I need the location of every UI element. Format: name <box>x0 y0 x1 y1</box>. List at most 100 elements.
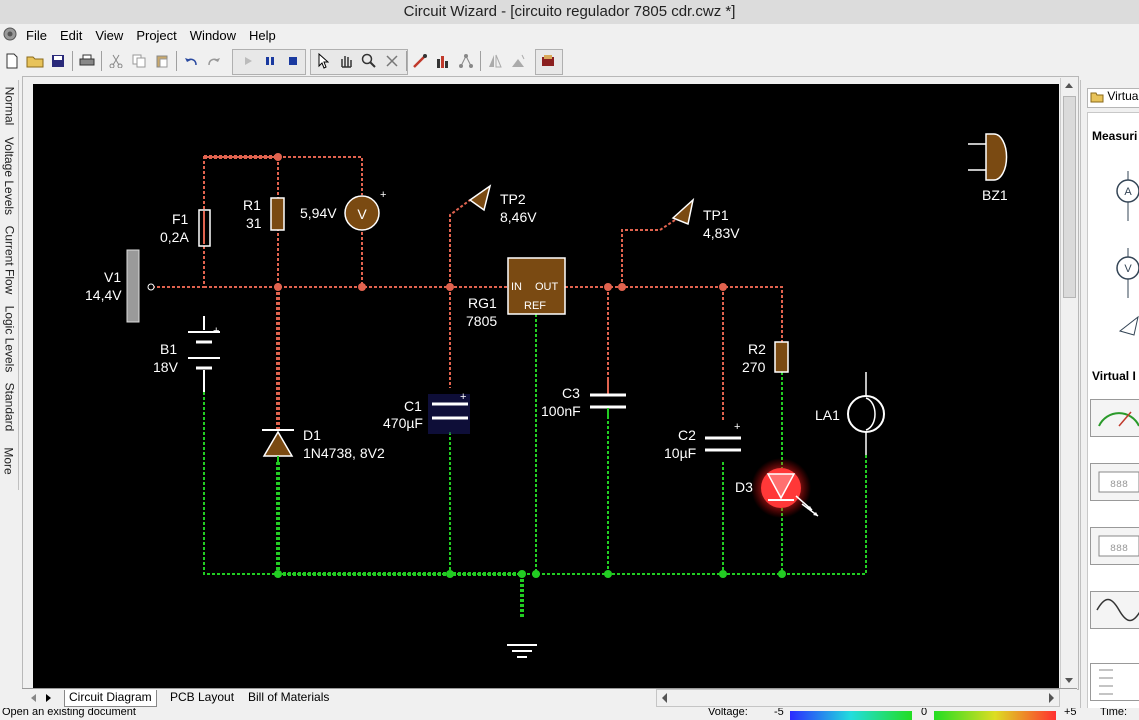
regulator-rg1[interactable]: IN OUT REF <box>507 257 566 315</box>
tab-logic-levels[interactable]: Logic Levels <box>0 300 18 378</box>
la1-name: LA1 <box>815 407 840 423</box>
frequency-counter-icon[interactable]: 888 <box>1090 527 1139 565</box>
open-folder-icon[interactable] <box>25 51 45 71</box>
capacitor-c2[interactable]: + <box>705 421 741 452</box>
menu-view[interactable]: View <box>95 28 123 43</box>
probe-icon[interactable] <box>410 51 430 71</box>
d1-value: 1N4738, 8V2 <box>303 445 385 461</box>
fuse-f1[interactable] <box>198 209 211 247</box>
v1-name: V1 <box>104 269 121 285</box>
menu-project[interactable]: Project <box>136 28 176 43</box>
tab-bill-of-materials[interactable]: Bill of Materials <box>244 690 333 706</box>
flip-horizontal-icon[interactable] <box>485 51 505 71</box>
led-d3[interactable] <box>751 458 819 518</box>
voltage-scale-negative <box>790 711 912 720</box>
tp1-name: TP1 <box>703 207 729 223</box>
oscilloscope-icon[interactable] <box>1090 591 1139 629</box>
voltage-source-v1[interactable] <box>126 249 155 323</box>
cut-icon[interactable] <box>106 51 126 71</box>
f1-value: 0,2A <box>160 229 189 245</box>
voltmeter-symbol: V <box>357 206 367 222</box>
zener-diode-d1[interactable] <box>262 429 294 462</box>
copy-icon[interactable] <box>129 51 149 71</box>
resistor-r1[interactable] <box>270 197 285 231</box>
title-bar: Circuit Wizard - [circuito regulador 780… <box>0 0 1139 24</box>
toolbar-separator <box>176 51 177 71</box>
buzzer-bz1[interactable] <box>968 133 1008 181</box>
test-point-tp2[interactable] <box>468 184 492 212</box>
redo-icon[interactable] <box>204 51 224 71</box>
rg1-pin-ref: REF <box>524 300 546 312</box>
ammeter-icon: A <box>1124 186 1132 198</box>
menu-window[interactable]: Window <box>190 28 236 43</box>
undo-icon[interactable] <box>181 51 201 71</box>
app-icon <box>3 27 17 41</box>
svg-text:888: 888 <box>1110 480 1128 491</box>
tp2-value: 8,46V <box>500 209 537 225</box>
gallery-header[interactable]: Virtual <box>1087 88 1139 108</box>
zoom-icon[interactable] <box>359 51 379 71</box>
analog-meter-icon[interactable] <box>1090 399 1139 437</box>
toolbar-separator <box>480 51 481 71</box>
r2-name: R2 <box>748 341 766 357</box>
pause-icon[interactable] <box>260 51 280 71</box>
circuit-canvas[interactable]: V1 14,4V F1 0,2A R1 31 V + 5,94V TP2 8,4… <box>33 84 1059 688</box>
delete-icon[interactable] <box>382 51 402 71</box>
c2-value: 10µF <box>664 445 696 461</box>
vertical-scrollbar[interactable] <box>1060 78 1077 688</box>
tab-scroll-right-icon[interactable] <box>42 692 54 704</box>
tab-pcb-layout[interactable]: PCB Layout <box>166 690 238 706</box>
save-icon[interactable] <box>48 51 68 71</box>
capacitor-c1[interactable]: + <box>428 391 470 434</box>
voltmeter-reading: 5,94V <box>300 205 337 221</box>
play-icon[interactable] <box>238 51 258 71</box>
menu-file[interactable]: File <box>26 28 47 43</box>
toolbar-separator <box>101 51 102 71</box>
new-document-icon[interactable] <box>2 51 22 71</box>
r2-value: 270 <box>742 359 766 375</box>
tab-scroll-left-icon[interactable] <box>28 692 40 704</box>
tab-current-flow[interactable]: Current Flow <box>0 222 18 298</box>
resistor-r2[interactable] <box>774 341 789 373</box>
b1-name: B1 <box>160 341 177 357</box>
hand-icon[interactable] <box>336 51 356 71</box>
digital-display-icon[interactable]: 888 <box>1090 463 1139 501</box>
print-icon[interactable] <box>77 51 97 71</box>
pointer-icon[interactable] <box>313 51 333 71</box>
menu-help[interactable]: Help <box>249 28 276 43</box>
horizontal-scrollbar[interactable] <box>656 689 1060 707</box>
tab-standard[interactable]: Standard <box>0 380 18 434</box>
scale-min: -5 <box>774 708 784 718</box>
vertical-scroll-thumb[interactable] <box>1063 96 1076 298</box>
menu-edit[interactable]: Edit <box>60 28 82 43</box>
voltmeter[interactable]: V + <box>344 189 386 231</box>
status-message: Open an existing document <box>2 708 136 718</box>
lamp-la1[interactable] <box>847 372 885 455</box>
measuring-instruments[interactable]: A V <box>1090 153 1139 353</box>
r1-name: R1 <box>243 197 261 213</box>
f1-name: F1 <box>172 211 189 227</box>
component-gallery-icon[interactable] <box>538 51 558 71</box>
tab-voltage-levels[interactable]: Voltage Levels <box>0 132 18 220</box>
measuring-section-title: Measuri <box>1092 129 1138 143</box>
c3-name: C3 <box>562 385 580 401</box>
flip-vertical-icon[interactable] <box>508 51 528 71</box>
battery-b1[interactable]: + <box>188 316 220 392</box>
capacitor-c3[interactable] <box>590 380 626 416</box>
stop-icon[interactable] <box>283 51 303 71</box>
graph-icon[interactable] <box>433 51 453 71</box>
logic-analyzer-icon[interactable] <box>1090 663 1139 701</box>
tab-more[interactable]: More <box>0 438 18 484</box>
window-title: Circuit Wizard - [circuito regulador 780… <box>403 3 736 20</box>
network-icon[interactable] <box>456 51 476 71</box>
tab-normal[interactable]: Normal <box>0 82 18 130</box>
test-point-tp1[interactable] <box>671 197 695 226</box>
bz1-name: BZ1 <box>982 187 1008 203</box>
paste-icon[interactable] <box>152 51 172 71</box>
right-panel: Virtual Measuri A V Virtual I 888 888 <box>1080 80 1139 708</box>
svg-text:+: + <box>380 189 386 201</box>
view-mode-tabs: Normal Voltage Levels Current Flow Logic… <box>0 80 19 490</box>
tab-circuit-diagram[interactable]: Circuit Diagram <box>64 690 157 707</box>
d3-name: D3 <box>735 479 753 495</box>
virtual-instruments-title: Virtual I <box>1092 369 1136 383</box>
